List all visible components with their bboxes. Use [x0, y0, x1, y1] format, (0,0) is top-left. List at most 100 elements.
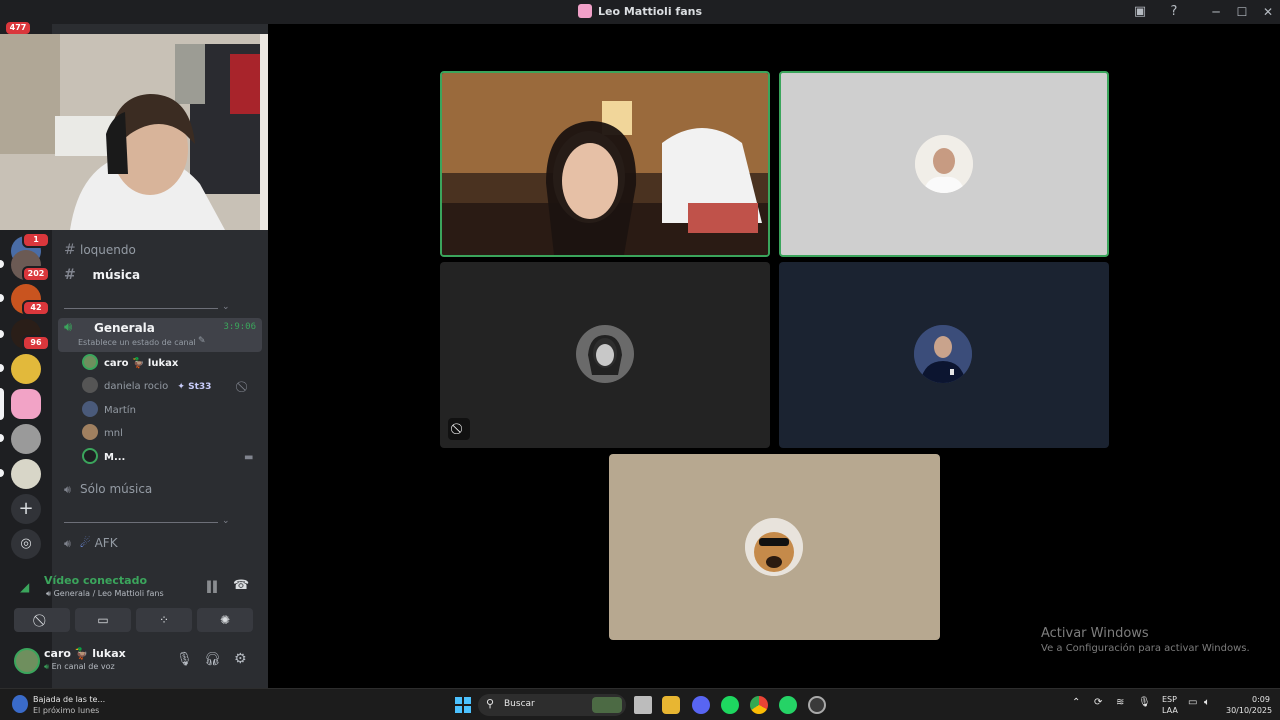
- headphones-icon[interactable]: 🎧︎: [204, 652, 221, 667]
- screen-share-icon: ▭: [97, 613, 109, 627]
- minimize-icon[interactable]: ─: [1202, 0, 1230, 24]
- file-explorer-icon[interactable]: [662, 696, 680, 714]
- server-icon: [577, 4, 592, 18]
- video-tile[interactable]: [779, 262, 1109, 448]
- signal-icon[interactable]: ◢: [20, 580, 29, 594]
- muted-mic-icon: ⃠: [448, 418, 470, 440]
- voice-member[interactable]: mnl: [82, 424, 123, 444]
- language-top[interactable]: ESP: [1162, 695, 1177, 704]
- voice-location[interactable]: 🔊︎ Generala / Leo Mattioli fans: [46, 589, 164, 599]
- voice-member[interactable]: Martín: [82, 401, 136, 421]
- voice-member[interactable]: caro 🦆 lukax: [82, 354, 178, 374]
- whatsapp-icon[interactable]: [779, 696, 797, 714]
- user-panel: caro 🦆 lukax 🔊︎ En canal de voz 🎙︎ 🎧︎ ⚙: [6, 644, 262, 678]
- video-tile-speaking[interactable]: [779, 71, 1109, 257]
- video-tile-speaking[interactable]: [440, 71, 770, 257]
- obs-icon[interactable]: [808, 696, 826, 714]
- channel-musica[interactable]: # música: [64, 266, 140, 284]
- noise-suppression-icon[interactable]: ‖‖: [206, 579, 218, 593]
- activation-watermark-subtitle: Ve a Configuración para activar Windows.: [1041, 643, 1250, 654]
- clock-time[interactable]: 0:09: [1252, 695, 1270, 704]
- channel-solo-musica[interactable]: 🔊︎ Sólo música: [64, 480, 152, 498]
- unread-pill: [0, 260, 4, 268]
- discord-taskbar-icon[interactable]: [692, 696, 710, 714]
- display-icon[interactable]: ▭: [1188, 697, 1197, 708]
- disconnect-icon[interactable]: ☎: [233, 578, 249, 593]
- sync-icon[interactable]: ⟳: [1094, 697, 1102, 708]
- weather-title[interactable]: Bajada de las te...: [33, 695, 105, 704]
- speaker-icon: 🔊︎: [64, 483, 71, 496]
- notification-badge: 202: [22, 266, 50, 282]
- server-icon[interactable]: [11, 354, 41, 384]
- avatar: [745, 518, 803, 576]
- server-icon-selected[interactable]: [11, 389, 41, 419]
- chevron-down-icon[interactable]: ⌄: [222, 302, 230, 312]
- chevron-up-icon[interactable]: ⌃: [1072, 697, 1080, 708]
- search-box[interactable]: ⚲ Buscar: [478, 694, 626, 716]
- language-bottom: LAA: [1162, 706, 1178, 715]
- camera-icon: ▬: [244, 452, 254, 463]
- voice-channel-name: Generala: [94, 321, 155, 335]
- voice-member[interactable]: daniela rocio ✦ St33: [82, 377, 211, 397]
- close-icon[interactable]: ✕: [1254, 0, 1280, 24]
- server-icon[interactable]: [11, 424, 41, 454]
- afk-emoji-icon: ☄: [80, 536, 91, 550]
- avatar: [915, 135, 973, 193]
- taskbar: Bajada de las te... El próximo lunes ⚲ B…: [0, 688, 1280, 720]
- avatar: [82, 424, 98, 440]
- weather-icon[interactable]: [12, 695, 28, 713]
- unread-pill: [0, 330, 4, 338]
- hashtag-icon: #: [64, 267, 76, 283]
- microphone-icon[interactable]: 🎙︎: [176, 652, 193, 667]
- voice-channel-generala[interactable]: 🔊︎ Generala 3:9:06 Establece un estado d…: [58, 318, 262, 352]
- channel-loquendo[interactable]: # loquendo: [64, 241, 136, 259]
- help-icon[interactable]: ?: [1166, 4, 1182, 20]
- server-icon[interactable]: [11, 459, 41, 489]
- chrome-icon[interactable]: [750, 696, 768, 714]
- username[interactable]: caro 🦆 lukax: [44, 647, 126, 660]
- channel-status-placeholder[interactable]: Establece un estado de canal: [78, 338, 196, 347]
- soundboard-button[interactable]: ✺: [197, 608, 253, 632]
- soundboard-icon: ✺: [219, 613, 231, 627]
- gear-icon[interactable]: ⚙: [234, 651, 247, 667]
- channel-afk[interactable]: 🔊︎ ☄ AFK: [64, 534, 118, 552]
- spotify-icon[interactable]: [721, 696, 739, 714]
- discover-icon[interactable]: ◎: [11, 529, 41, 559]
- activities-icon: ⁘: [158, 613, 170, 627]
- voice-member[interactable]: M...: [82, 448, 125, 468]
- search-placeholder: Buscar: [504, 699, 535, 709]
- video-tile[interactable]: [609, 454, 940, 640]
- avatar[interactable]: [14, 648, 40, 674]
- avatar: [82, 354, 98, 370]
- screen-share-icon[interactable]: ▣: [1132, 4, 1148, 20]
- speaker-icon: 🔊︎: [64, 320, 73, 335]
- network-icon[interactable]: ≋: [1116, 697, 1124, 708]
- edit-icon[interactable]: ✎: [198, 336, 206, 346]
- weather-subtitle: El próximo lunes: [33, 706, 100, 715]
- speaker-icon: 🔊︎: [64, 537, 71, 550]
- start-icon[interactable]: [455, 697, 471, 713]
- avatar: [82, 448, 98, 464]
- user-status: 🔊︎ En canal de voz: [44, 662, 115, 671]
- camera-off-button[interactable]: ⃠: [14, 608, 70, 632]
- activities-button[interactable]: ⁘: [136, 608, 192, 632]
- category-divider: [64, 522, 218, 523]
- task-view-icon[interactable]: [634, 696, 652, 714]
- clock-date: 30/10/2025: [1226, 706, 1273, 715]
- search-icon: ⚲: [486, 697, 495, 710]
- video-tile[interactable]: ⃠: [440, 262, 770, 448]
- avatar: [914, 325, 972, 383]
- unread-pill: [0, 434, 4, 442]
- voice-status: Vídeo conectado: [44, 574, 148, 587]
- microphone-icon[interactable]: 🎙︎: [1138, 697, 1151, 708]
- chevron-down-icon[interactable]: ⌄: [222, 516, 230, 526]
- avatar: [82, 401, 98, 417]
- volume-icon[interactable]: 🔈︎: [1204, 697, 1210, 708]
- notification-badge: 1: [22, 232, 50, 248]
- avatar: [576, 325, 634, 383]
- search-highlight-image: [592, 697, 622, 713]
- add-server-icon[interactable]: +: [11, 494, 41, 524]
- maximize-icon[interactable]: ☐: [1228, 0, 1256, 24]
- screen-share-button[interactable]: ▭: [75, 608, 131, 632]
- video-stage: ⃠: [268, 24, 1280, 688]
